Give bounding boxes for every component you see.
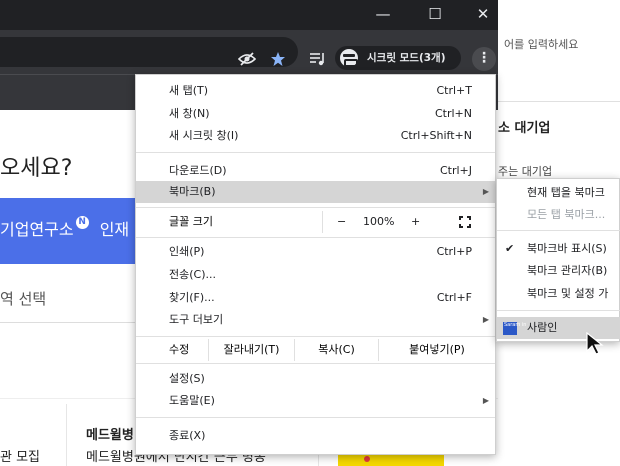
menu-label: 도움말(E) bbox=[169, 394, 215, 407]
fullscreen-icon[interactable] bbox=[459, 216, 471, 228]
zoom-controls: − 100% + bbox=[322, 211, 495, 233]
menu-label: 도구 더보기 bbox=[169, 313, 224, 326]
menu-separator bbox=[136, 152, 495, 153]
menu-label: 새 창(N) bbox=[169, 107, 210, 120]
minimize-button[interactable]: — bbox=[360, 0, 406, 30]
menu-item-settings[interactable]: 설정(S) bbox=[136, 368, 495, 390]
menu-separator bbox=[136, 207, 495, 208]
menu-item-help[interactable]: 도움말(E) ▶ bbox=[136, 390, 495, 412]
close-button[interactable]: ✕ bbox=[460, 0, 506, 30]
submenu-label: 북마크바 표시(S) bbox=[527, 242, 607, 255]
menu-shortcut: Ctrl+F bbox=[436, 291, 472, 304]
new-badge: N bbox=[75, 216, 89, 229]
cut-button[interactable]: 잘라내기(T) bbox=[208, 339, 294, 361]
job-listing-text[interactable]: 관 모집 bbox=[0, 446, 40, 465]
saramin-favicon-icon: Saram in bbox=[503, 322, 526, 335]
menu-shortcut: Ctrl+T bbox=[436, 84, 472, 97]
zoom-row: 글꼴 크기 − 100% + bbox=[136, 211, 495, 233]
incognito-profile-chip[interactable]: 시크릿 모드(3개) bbox=[335, 46, 461, 70]
submenu-arrow-icon: ▶ bbox=[482, 187, 489, 196]
edit-label: 수정 bbox=[169, 343, 190, 356]
menu-shortcut: Ctrl+N bbox=[434, 107, 472, 120]
hero-heading: 오세요? bbox=[0, 156, 73, 181]
chrome-main-menu: 새 탭(T) Ctrl+T 새 창(N) Ctrl+N 새 시크릿 창(I) C… bbox=[135, 74, 496, 455]
banner-text: 기업연구소 bbox=[0, 220, 74, 239]
divider bbox=[66, 404, 67, 466]
menu-item-find[interactable]: 찾기(F)... Ctrl+F bbox=[136, 287, 495, 309]
menu-label: 설정(S) bbox=[169, 372, 205, 385]
maximize-button[interactable]: ☐ bbox=[412, 0, 458, 30]
bookmarks-submenu: 현재 탭을 북마크 모든 탭 북마크... ✔ 북마크바 표시(S) 북마크 관… bbox=[496, 178, 620, 342]
menu-item-new-incognito[interactable]: 새 시크릿 창(I) Ctrl+Shift+N bbox=[136, 125, 495, 147]
menu-shortcut: Ctrl+P bbox=[436, 245, 472, 258]
menu-label: 다운로드(D) bbox=[169, 164, 227, 177]
menu-label: 전송(C)... bbox=[169, 268, 216, 281]
incognito-icon bbox=[340, 49, 358, 67]
checkmark-icon: ✔ bbox=[505, 242, 515, 255]
menu-label: 인쇄(P) bbox=[169, 245, 205, 258]
menu-separator bbox=[497, 310, 620, 311]
menu-label: 새 시크릿 창(I) bbox=[169, 129, 239, 142]
submenu-label: 북마크 관리자(B) bbox=[527, 264, 608, 277]
zoom-level: 100% bbox=[363, 215, 395, 228]
menu-separator bbox=[136, 417, 495, 418]
menu-item-print[interactable]: 인쇄(P) Ctrl+P bbox=[136, 241, 495, 263]
divider bbox=[498, 101, 620, 102]
divider bbox=[0, 322, 140, 323]
section-title: 소 대기업 bbox=[498, 121, 551, 136]
menu-separator bbox=[497, 230, 620, 231]
menu-separator bbox=[136, 336, 495, 337]
edit-row: 수정 잘라내기(T) 복사(C) 붙여넣기(P) bbox=[136, 339, 495, 361]
zoom-label: 글꼴 크기 bbox=[169, 215, 213, 228]
submenu-label: 북마크 및 설정 가 bbox=[527, 287, 609, 300]
zoom-in-button[interactable]: + bbox=[411, 211, 420, 233]
menu-label: 찾기(F)... bbox=[169, 291, 215, 304]
submenu-item-bookmark-tab[interactable]: 현재 탭을 북마크 bbox=[497, 182, 620, 204]
zoom-out-button[interactable]: − bbox=[337, 211, 346, 233]
menu-label: 종료(X) bbox=[169, 429, 206, 442]
menu-item-downloads[interactable]: 다운로드(D) Ctrl+J bbox=[136, 160, 495, 182]
submenu-item-show-bookmark-bar[interactable]: ✔ 북마크바 표시(S) bbox=[497, 238, 620, 260]
submenu-item-bookmark-all-tabs[interactable]: 모든 탭 북마크... bbox=[497, 204, 620, 226]
submenu-label: 모든 탭 북마크... bbox=[527, 208, 606, 221]
title-bar: — ☐ ✕ bbox=[0, 0, 498, 30]
submenu-label: 사람인 bbox=[527, 321, 558, 334]
ad-logo-icon bbox=[364, 456, 370, 462]
menu-item-exit[interactable]: 종료(X) bbox=[136, 425, 495, 447]
submenu-label: 현재 탭을 북마크 bbox=[527, 186, 605, 199]
search-input[interactable]: 어를 입력하세요 bbox=[498, 30, 620, 58]
menu-label: 북마크(B) bbox=[169, 185, 216, 198]
menu-item-new-tab[interactable]: 새 탭(T) Ctrl+T bbox=[136, 80, 495, 102]
job-listing-title[interactable]: 메드윌병 bbox=[86, 424, 134, 443]
region-select[interactable]: 역 선택 bbox=[0, 288, 46, 309]
banner-text-2: 인재 bbox=[99, 220, 130, 239]
submenu-item-import-bookmarks[interactable]: 북마크 및 설정 가 bbox=[497, 283, 620, 305]
menu-separator bbox=[136, 237, 495, 238]
section-subtitle: 주는 대기업 bbox=[498, 165, 553, 178]
mouse-cursor-icon bbox=[586, 332, 604, 355]
eye-off-icon[interactable] bbox=[238, 51, 256, 67]
incognito-label: 시크릿 모드(3개) bbox=[367, 52, 446, 64]
paste-button[interactable]: 붙여넣기(P) bbox=[378, 339, 495, 361]
menu-label: 새 탭(T) bbox=[169, 84, 209, 97]
media-playlist-icon[interactable] bbox=[309, 51, 327, 67]
submenu-arrow-icon: ▶ bbox=[482, 396, 489, 405]
copy-button[interactable]: 복사(C) bbox=[294, 339, 378, 361]
menu-separator bbox=[136, 363, 495, 364]
menu-shortcut: Ctrl+J bbox=[439, 164, 472, 177]
submenu-arrow-icon: ▶ bbox=[482, 315, 489, 324]
menu-item-more-tools[interactable]: 도구 더보기 ▶ bbox=[136, 309, 495, 331]
menu-item-cast[interactable]: 전송(C)... bbox=[136, 264, 495, 286]
menu-shortcut: Ctrl+Shift+N bbox=[400, 129, 472, 142]
menu-item-new-window[interactable]: 새 창(N) Ctrl+N bbox=[136, 103, 495, 125]
menu-item-bookmarks[interactable]: 북마크(B) ▶ bbox=[136, 181, 495, 203]
star-icon[interactable] bbox=[270, 51, 286, 67]
submenu-item-bookmark-manager[interactable]: 북마크 관리자(B) bbox=[497, 260, 620, 282]
kebab-menu-icon[interactable]: ⋮ bbox=[472, 47, 496, 71]
